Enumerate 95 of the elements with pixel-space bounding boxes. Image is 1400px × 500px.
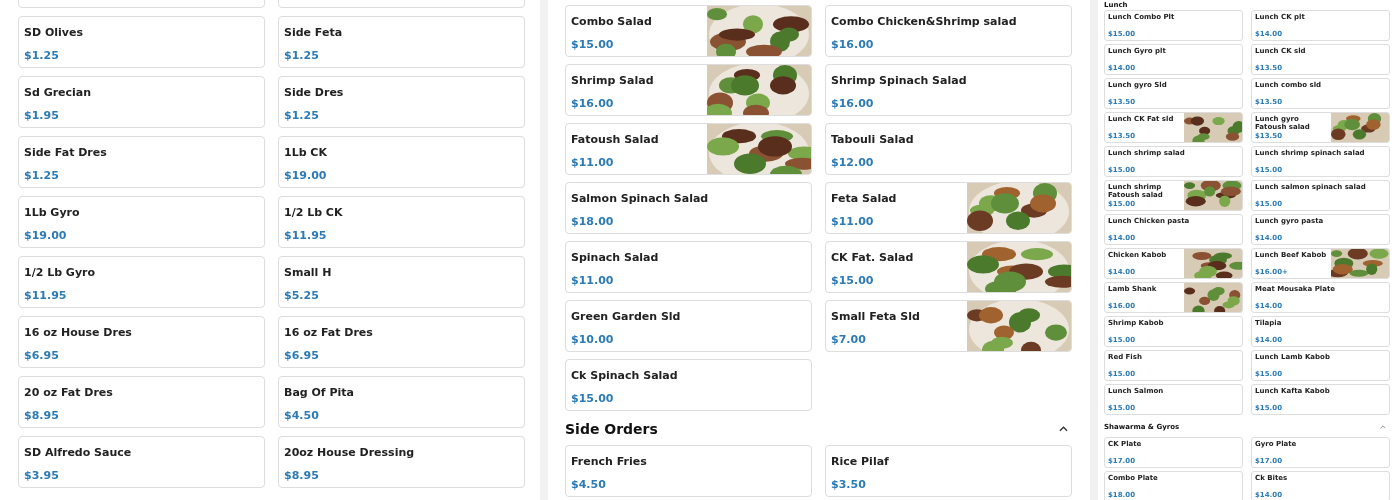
- item-name: Rice Pilaf: [831, 455, 890, 468]
- menu-item-card[interactable]: Side Feta $1.25: [278, 16, 525, 68]
- item-price: $1.25: [24, 49, 59, 62]
- menu-item-card[interactable]: 1Lb CK $19.00: [278, 136, 525, 188]
- item-name: French Fries: [571, 455, 648, 468]
- menu-item-card[interactable]: Salmon Spinach Salad $18.00: [565, 182, 812, 234]
- menu-item-card[interactable]: Feta Salad $11.00: [825, 182, 1072, 234]
- menu-item-card[interactable]: Green Garden Sld $10.00: [565, 300, 812, 352]
- item-name: Shrimp Salad: [571, 74, 655, 87]
- menu-item-card[interactable]: 1/2 Lb CK $11.95: [278, 196, 525, 248]
- item-price: $11.00: [571, 156, 614, 169]
- item-price: $1.25: [284, 49, 319, 62]
- menu-item-card[interactable]: Rice Pilaf $3.50: [825, 445, 1072, 497]
- item-name: Small H: [284, 266, 333, 279]
- item-name: 20oz House Dressing: [284, 446, 416, 459]
- item-name: Salmon Spinach Salad: [571, 192, 710, 205]
- item-name: SD Olives: [24, 26, 84, 39]
- item-price: $1.95: [24, 109, 59, 122]
- item-price: $19.00: [24, 229, 67, 242]
- menu-item-card[interactable]: 20oz House Dressing $8.95: [278, 436, 525, 488]
- item-price: $1.25: [24, 169, 59, 182]
- item-price: $16.00: [831, 38, 874, 51]
- menu-item-card[interactable]: French Fries $4.50: [565, 445, 812, 497]
- item-price: $1.25: [284, 109, 319, 122]
- item-price: $7.00: [831, 333, 866, 346]
- item-name: Green Garden Sld: [571, 310, 682, 323]
- menu-item-card[interactable]: Shrimp Salad $16.00: [565, 64, 812, 116]
- item-name: Shrimp Spinach Salad: [831, 74, 968, 87]
- menu-item-card[interactable]: Side Fat Dres $1.25: [18, 136, 265, 188]
- item-price: $15.00: [831, 274, 874, 287]
- item-price: $11.00: [831, 215, 874, 228]
- item-price: $8.95: [284, 469, 319, 482]
- menu-item-card[interactable]: Small Feta Sld $7.00: [825, 300, 1072, 352]
- item-name: 20 oz Fat Dres: [24, 386, 114, 399]
- item-name: Ck Spinach Salad: [571, 369, 679, 382]
- item-name: 16 oz Fat Dres: [284, 326, 374, 339]
- item-name: 1Lb CK: [284, 146, 328, 159]
- item-name: Combo Salad: [571, 15, 653, 28]
- item-price: $4.50: [284, 409, 319, 422]
- item-name: 16 oz House Dres: [24, 326, 133, 339]
- item-name: CK Fat. Salad: [831, 251, 915, 264]
- menu-item-card[interactable]: Combo Salad $15.00: [565, 5, 812, 57]
- item-price: $12.00: [831, 156, 874, 169]
- item-price: $6.95: [284, 349, 319, 362]
- item-price: $15.00: [571, 392, 614, 405]
- menu-item-card[interactable]: Tabouli Salad $12.00: [825, 123, 1072, 175]
- item-name: Combo Chicken&Shrimp salad: [831, 15, 1018, 28]
- item-price: $3.95: [24, 469, 59, 482]
- item-price: $4.50: [571, 478, 606, 491]
- menu-item-card[interactable]: Small H $5.25: [278, 256, 525, 308]
- item-name: 1Lb Gyro: [24, 206, 81, 219]
- item-name: Spinach Salad: [571, 251, 660, 264]
- menu-item-card[interactable]: Bag Of Pita $4.50: [278, 376, 525, 428]
- item-name: SD Alfredo Sauce: [24, 446, 133, 459]
- menu-item-card[interactable]: Spinach Salad $11.00: [565, 241, 812, 293]
- item-price: $19.00: [284, 169, 327, 182]
- item-name: 1/2 Lb Gyro: [24, 266, 97, 279]
- menu-item-card[interactable]: Sd Grecian $1.95: [18, 76, 265, 128]
- item-price: $11.95: [284, 229, 327, 242]
- item-price: $10.00: [571, 333, 614, 346]
- menu-item-card[interactable]: Shrimp Spinach Salad $16.00: [825, 64, 1072, 116]
- item-name: Sd Grecian: [24, 86, 93, 99]
- item-price: $11.00: [571, 274, 614, 287]
- menu-item-card[interactable]: Ck Spinach Salad $15.00: [565, 359, 812, 411]
- item-name: Bag Of Pita: [284, 386, 355, 399]
- menu-item-card[interactable]: Side Dres $1.25: [278, 76, 525, 128]
- menu-item-card[interactable]: 1/2 Lb Gyro $11.95: [18, 256, 265, 308]
- menu-item-card[interactable]: Fatoush Salad $11.00: [565, 123, 812, 175]
- item-price: $18.00: [571, 215, 614, 228]
- item-price: $15.00: [571, 38, 614, 51]
- menu-item-card[interactable]: SD Olives $1.25: [18, 16, 265, 68]
- menu-item-card[interactable]: 20 oz Fat Dres $8.95: [18, 376, 265, 428]
- menu-item-card[interactable]: 16 oz Fat Dres $6.95: [278, 316, 525, 368]
- item-price: $5.25: [284, 289, 319, 302]
- menu-item-card[interactable]: CK Fat. Salad $15.00: [825, 241, 1072, 293]
- item-price: $3.50: [831, 478, 866, 491]
- item-price: $16.00: [831, 97, 874, 110]
- item-name: 1/2 Lb CK: [284, 206, 344, 219]
- item-name: Side Fat Dres: [24, 146, 108, 159]
- item-price: $16.00: [571, 97, 614, 110]
- item-name: Side Dres: [284, 86, 345, 99]
- menu-item-card[interactable]: 16 oz House Dres $6.95: [18, 316, 265, 368]
- menu-item-card[interactable]: 1Lb Gyro $19.00: [18, 196, 265, 248]
- item-price: $8.95: [24, 409, 59, 422]
- item-name: Side Feta: [284, 26, 344, 39]
- collapse-chevron-icon[interactable]: [1059, 426, 1068, 432]
- menu-item-card[interactable]: Combo Chicken&Shrimp salad $16.00: [825, 5, 1072, 57]
- item-name: Fatoush Salad: [571, 133, 660, 146]
- menu-item-card[interactable]: SD Alfredo Sauce $3.95: [18, 436, 265, 488]
- item-price: $6.95: [24, 349, 59, 362]
- section-title: Side Orders: [565, 421, 658, 437]
- item-price: $11.95: [24, 289, 67, 302]
- item-name: Small Feta Sld: [831, 310, 921, 323]
- item-name: Tabouli Salad: [831, 133, 915, 146]
- item-name: Feta Salad: [831, 192, 898, 205]
